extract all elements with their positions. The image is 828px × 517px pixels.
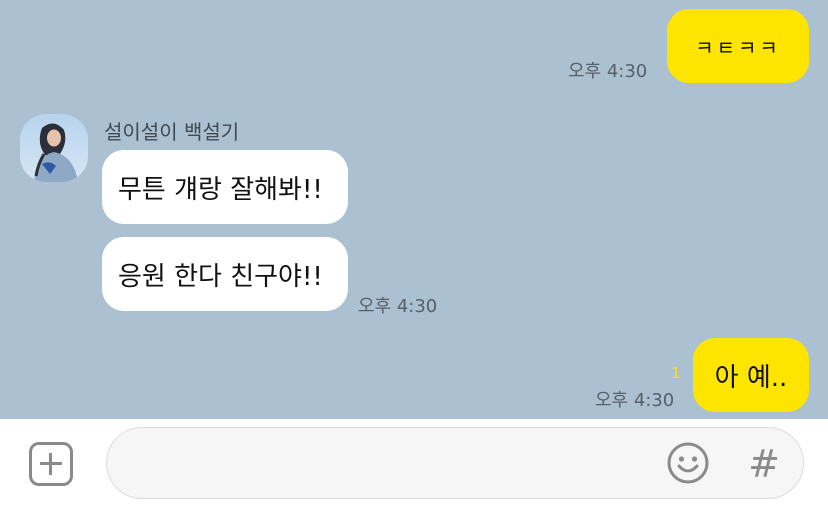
message-text: ㅋㅌㅋㅋ [695,35,781,60]
plus-square-icon[interactable] [29,442,73,486]
message-input[interactable] [131,446,655,482]
avatar[interactable] [20,114,88,182]
my-message-bubble[interactable]: ㅋㅌㅋㅋ [667,9,809,83]
message-text: 무튼 걔랑 잘해봐!! [118,174,323,205]
message-time: 오후 4:30 [358,296,438,317]
their-message-bubble[interactable]: 응원 한다 친구야!! [102,237,348,311]
sender-name: 설이설이 백설기 [104,120,240,144]
chat-area[interactable]: ㅋㅌㅋㅋ 오후 4:30 설이설이 백설기 무튼 걔랑 잘해봐!! 응원 한다 … [0,0,828,419]
their-message-bubble[interactable]: 무튼 걔랑 잘해봐!! [102,150,348,224]
my-message-bubble[interactable]: 아 예.. [693,338,809,412]
unread-count: 1 [671,364,681,382]
message-time: 오후 4:30 [595,390,675,411]
message-text: 응원 한다 친구야!! [118,261,323,292]
message-text: 아 예.. [714,362,788,393]
avatar-image [20,114,88,182]
hash-icon[interactable]: # [748,442,780,486]
message-time: 오후 4:30 [568,61,648,82]
smiley-icon[interactable] [666,441,710,485]
